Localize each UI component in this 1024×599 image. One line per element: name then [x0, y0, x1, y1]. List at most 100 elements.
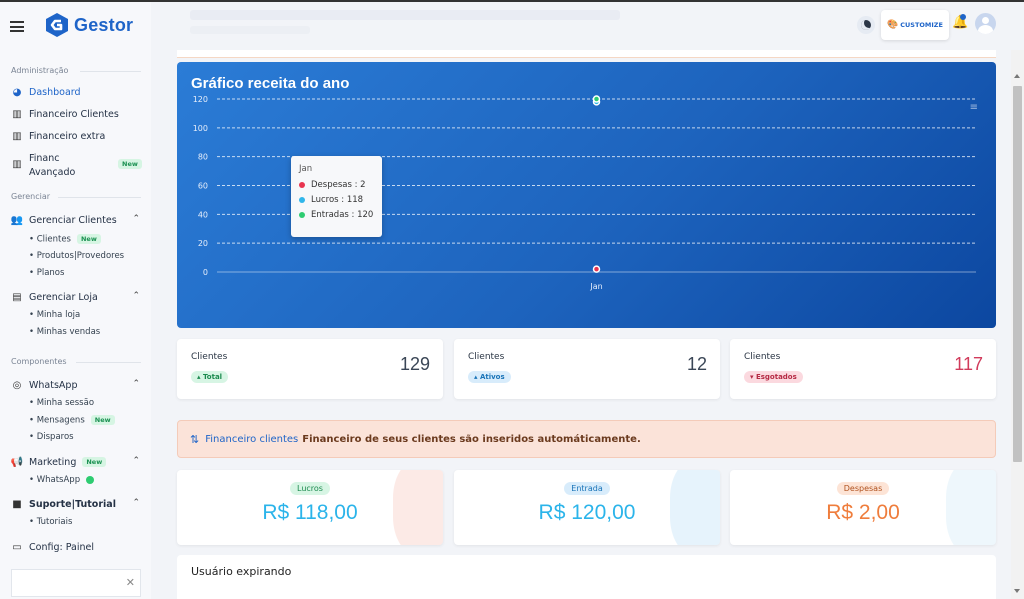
scrollbar-thumb[interactable]: [1013, 86, 1022, 462]
tooltip-row: Entradas : 120: [299, 210, 374, 220]
scroll-down-icon[interactable]: [1014, 589, 1020, 593]
sidebar-item-label: Avançado: [29, 167, 76, 178]
sidebar-item-marketing[interactable]: 📢 Marketing New: [10, 456, 107, 468]
stat-badge: ▾ Esgotados: [744, 371, 803, 383]
customize-button[interactable]: 🎨 CUSTOMIZE: [881, 10, 949, 40]
sidebar-item-label: WhatsApp: [29, 379, 78, 391]
sidebar-item-financ-avancado[interactable]: ▥ Financ Avançado: [11, 152, 75, 180]
sidebar-item-config[interactable]: ▭ Config: Painel: [11, 541, 94, 553]
new-badge: New: [82, 457, 107, 467]
money-card-entrada: Entrada R$ 120,00: [454, 470, 720, 545]
brand-name[interactable]: Gestor: [74, 15, 133, 36]
video-camera-icon: ■: [12, 498, 22, 510]
stat-value: 129: [399, 354, 430, 374]
sidebar-item-label: Dashboard: [29, 86, 81, 98]
y-tick-label: 0: [203, 268, 208, 277]
sidebar-item-gerenciar-clientes[interactable]: 👥 Gerenciar Clientes: [11, 214, 117, 226]
bar-chart-icon: ▥: [12, 108, 22, 120]
status-dot-icon: [86, 475, 95, 484]
brand: Gestor: [10, 12, 145, 42]
money-label: Lucros: [177, 482, 443, 495]
sort-arrows-icon: ⇅: [190, 432, 200, 446]
sidebar-subitem-mensagens[interactable]: • Mensagens New: [29, 415, 115, 426]
store-icon: ▤: [12, 291, 22, 303]
sidebar-item-label: Marketing: [29, 456, 77, 468]
chart-tooltip: Jan Despesas : 2 Lucros : 118 Entradas :…: [291, 156, 382, 237]
y-tick-label: 20: [198, 239, 208, 248]
notification-dot: [960, 14, 966, 20]
money-label-text: Lucros: [290, 482, 330, 495]
tooltip-row: Lucros : 118: [299, 195, 374, 205]
tooltip-row-label: Entradas : 120: [311, 210, 374, 220]
sidebar-subitem-label: • Mensagens: [29, 415, 85, 426]
chevron-up-icon[interactable]: ⌃: [132, 498, 140, 508]
sidebar-subitem-produtos[interactable]: • Produtos|Provedores: [29, 251, 124, 261]
series-dot: [299, 212, 305, 218]
stat-badge: ▴ Ativos: [468, 371, 511, 383]
sidebar-search-input[interactable]: ✕: [11, 569, 141, 597]
sidebar-subitem-clientes[interactable]: • Clientes New: [29, 234, 101, 245]
alert-link[interactable]: Financeiro clientes: [205, 434, 298, 445]
sidebar-item-label: Financ: [29, 153, 60, 164]
stat-card-total: Clientes 129 ▴ Total: [177, 339, 443, 399]
pie-chart-icon: ◕: [12, 86, 22, 98]
sidebar-item-whatsapp[interactable]: ◎ WhatsApp: [11, 379, 78, 391]
whatsapp-icon: ◎: [12, 379, 22, 391]
sidebar-subitem-minhas-vendas[interactable]: • Minhas vendas: [29, 327, 100, 337]
palette-icon: 🎨: [887, 20, 899, 30]
money-value: R$ 2,00: [826, 501, 900, 524]
series-dot: [299, 182, 305, 188]
sidebar-item-gerenciar-loja[interactable]: ▤ Gerenciar Loja: [11, 291, 98, 303]
chevron-up-icon[interactable]: ⌃: [132, 379, 140, 389]
tooltip-row: Despesas : 2: [299, 180, 374, 190]
sidebar-subitem-minha-loja[interactable]: • Minha loja: [29, 310, 80, 320]
section-gerenciar: Gerenciar: [11, 192, 51, 201]
sidebar-item-financeiro-clientes[interactable]: ▥ Financeiro Clientes: [11, 108, 119, 120]
sidebar-subitem-mk-whatsapp[interactable]: • WhatsApp: [29, 475, 95, 485]
sidebar-subitem-disparos[interactable]: • Disparos: [29, 432, 74, 442]
sidebar-subitem-label: • Clientes: [29, 234, 71, 245]
stat-badge-label: Total: [202, 373, 223, 381]
sidebar-item-label: Gerenciar Loja: [29, 291, 98, 303]
chevron-up-icon[interactable]: ⌃: [132, 456, 140, 466]
sidebar-item-label: Suporte|Tutorial: [29, 498, 116, 510]
users-icon: 👥: [10, 214, 24, 226]
stat-value: 117: [954, 354, 983, 374]
dark-mode-toggle[interactable]: [857, 16, 875, 34]
sidebar-item-dashboard[interactable]: ◕ Dashboard: [11, 86, 81, 98]
y-tick-label: 40: [198, 210, 208, 219]
window-top-border: [0, 0, 1024, 2]
sidebar-subitem-tutoriais[interactable]: • Tutoriais: [29, 517, 72, 527]
y-tick-label: 120: [193, 95, 208, 104]
stat-label: Clientes: [468, 352, 505, 362]
page-scrollbar[interactable]: [1011, 50, 1024, 599]
chart-menu-icon[interactable]: ≡: [970, 102, 978, 113]
stat-card-ativos: Clientes 12 ▴ Ativos: [454, 339, 720, 399]
scroll-up-icon[interactable]: [1014, 74, 1020, 78]
stat-badge-label: Esgotados: [755, 373, 797, 381]
revenue-chart-card: Gráfico receita do ano 120 100 80 60 40 20 0 Ja…: [177, 62, 996, 328]
data-point-entradas[interactable]: [592, 95, 601, 103]
customize-label: CUSTOMIZE: [900, 21, 943, 29]
sidebar-subitem-planos[interactable]: • Planos: [29, 268, 64, 278]
sidebar-item-financeiro-extra[interactable]: ▥ Financeiro extra: [11, 130, 105, 142]
sidebar-subitem-minha-sessao[interactable]: • Minha sessão: [29, 398, 94, 408]
megaphone-icon: 📢: [10, 456, 24, 468]
hamburger-menu-icon[interactable]: [10, 21, 24, 32]
section-divider: [58, 197, 141, 198]
section-administracao: Administração: [11, 66, 69, 75]
card-title: Usuário expirando: [191, 565, 292, 578]
chevron-up-icon[interactable]: ⌃: [132, 214, 140, 224]
chevron-up-icon[interactable]: ⌃: [132, 291, 140, 301]
money-label: Despesas: [730, 482, 996, 495]
stat-card-esgotados: Clientes 117 ▾ Esgotados: [730, 339, 996, 399]
close-icon[interactable]: ✕: [126, 576, 135, 589]
header-blurred-text: [190, 26, 310, 34]
avatar[interactable]: [975, 13, 996, 34]
data-point-despesas[interactable]: [592, 265, 601, 273]
header-blurred-text: [190, 10, 620, 20]
money-card-despesas: Despesas R$ 2,00: [730, 470, 996, 545]
gestor-logo-icon: [46, 13, 68, 37]
sidebar-item-suporte[interactable]: ■ Suporte|Tutorial: [11, 498, 116, 510]
sidebar-item-label: Financeiro Clientes: [29, 108, 119, 120]
